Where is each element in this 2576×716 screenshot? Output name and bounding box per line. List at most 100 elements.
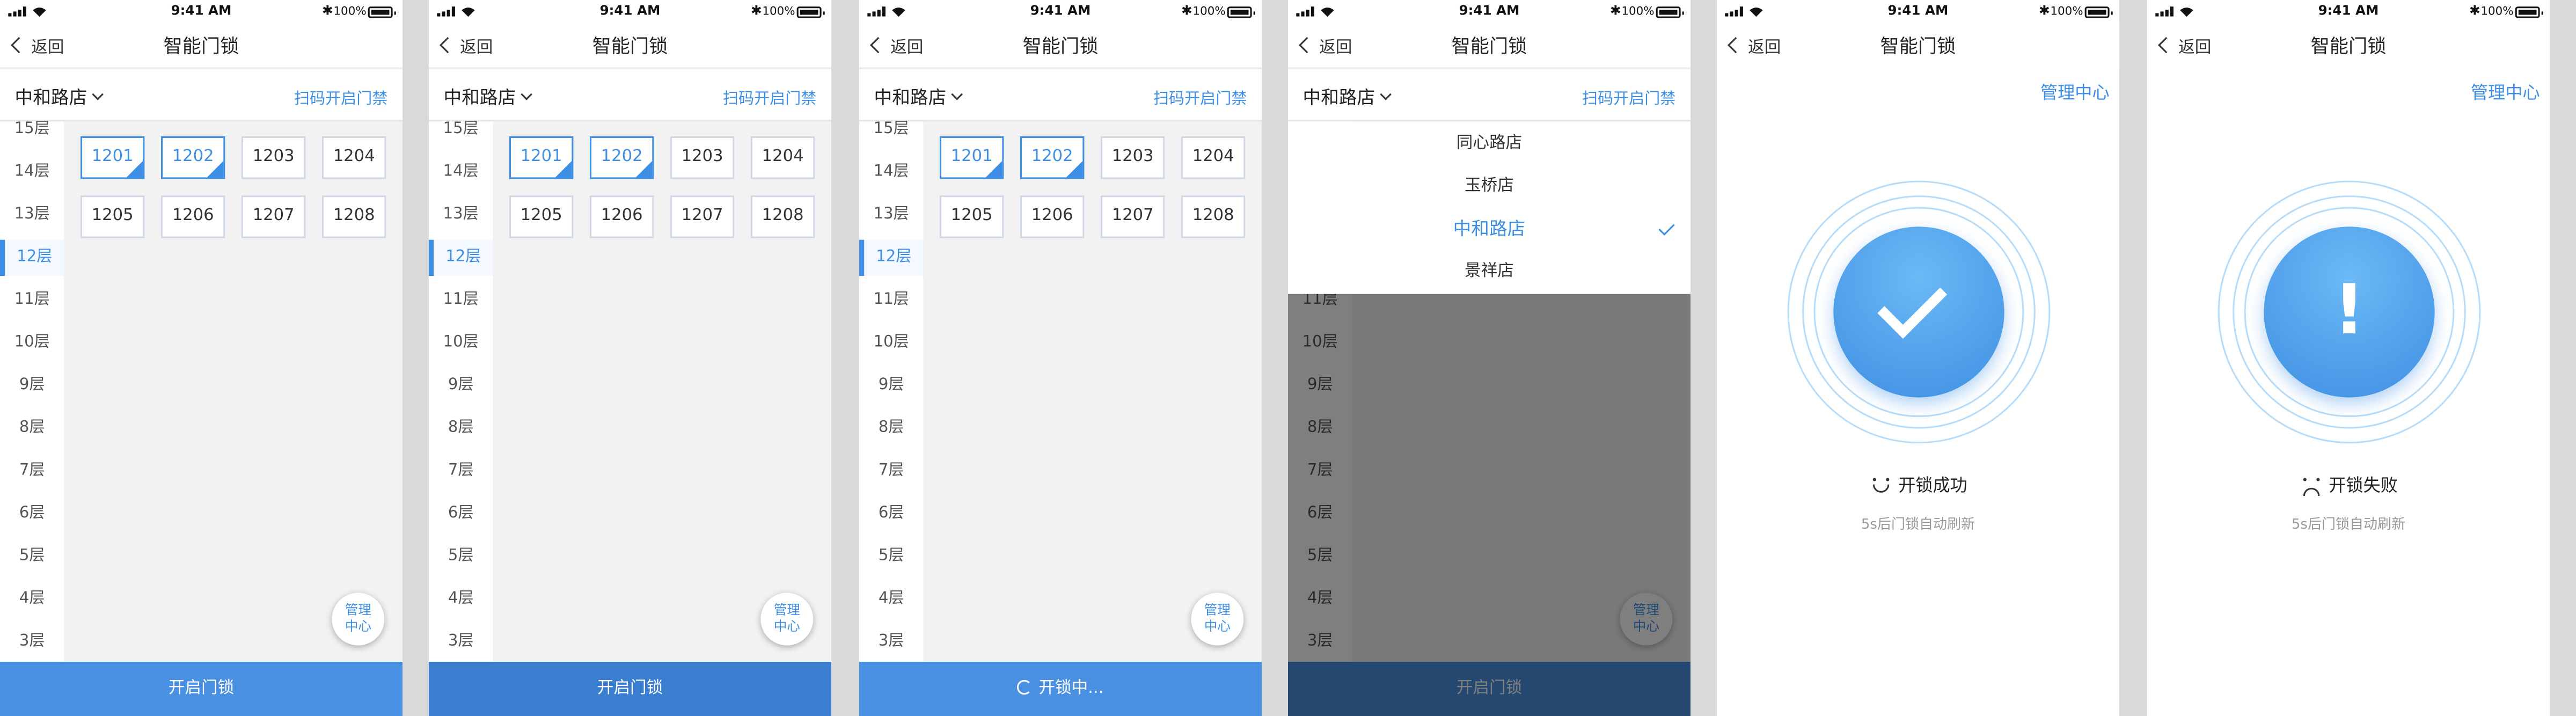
floor-item[interactable]: 9层 (859, 368, 923, 404)
room-tile[interactable]: 1207 (1101, 195, 1165, 238)
manage-center-fab[interactable]: 管理中心 (332, 593, 385, 646)
fab-line1: 管理 (1204, 602, 1231, 618)
floor-item[interactable]: 8层 (429, 411, 493, 447)
room-tile[interactable]: 1207 (670, 195, 735, 238)
floor-item[interactable]: 13层 (0, 197, 64, 233)
floor-item[interactable]: 11层 (859, 282, 923, 318)
room-tile[interactable]: 1208 (750, 195, 815, 238)
room-tile[interactable]: 1206 (160, 195, 225, 238)
store-selector[interactable]: 中和路店 (874, 84, 963, 110)
open-lock-button[interactable]: 开启门锁 (428, 662, 831, 716)
store-selector[interactable]: 中和路店 (444, 84, 532, 110)
room-tile[interactable]: 1203 (670, 136, 735, 179)
floor-item[interactable]: 7层 (429, 453, 493, 489)
floor-item[interactable]: 11层 (0, 282, 64, 318)
manage-center-link[interactable]: 管理中心 (2040, 81, 2110, 105)
fab-line2: 中心 (773, 619, 800, 634)
room-tile-selected[interactable]: 1201 (940, 136, 1004, 179)
bluetooth-icon: ✱ (2469, 3, 2480, 18)
floor-item[interactable]: 5层 (859, 539, 923, 575)
floor-item[interactable]: 10层 (0, 325, 64, 361)
floor-item[interactable]: 3层 (859, 624, 923, 660)
floor-item[interactable]: 13层 (429, 197, 493, 233)
floor-item[interactable]: 14层 (429, 155, 493, 191)
room-tile[interactable]: 1204 (321, 136, 386, 179)
floor-item[interactable]: 15层 (429, 112, 493, 148)
room-tile[interactable]: 1205 (80, 195, 145, 238)
room-tile-selected[interactable]: 1202 (160, 136, 225, 179)
floor-item[interactable]: 4层 (429, 581, 493, 617)
floor-item[interactable]: 5层 (0, 539, 64, 575)
floor-item[interactable]: 8层 (859, 411, 923, 447)
room-tile[interactable]: 1206 (1020, 195, 1085, 238)
screen-room-select: 9:41 AM ✱ 100% 返回 智能门锁 中和路店 扫码开启门禁 15层 1… (0, 0, 402, 716)
room-tile[interactable]: 1204 (750, 136, 815, 179)
fab-line2: 中心 (345, 619, 371, 634)
room-tile[interactable]: 1208 (1181, 195, 1246, 238)
floor-item[interactable]: 8层 (0, 411, 64, 447)
scan-door-link[interactable]: 扫码开启门禁 (1153, 85, 1247, 108)
room-tile[interactable]: 1205 (940, 195, 1004, 238)
floor-item[interactable]: 14层 (859, 155, 923, 191)
dim-overlay[interactable] (1287, 294, 1690, 716)
manage-center-fab[interactable]: 管理中心 (760, 593, 814, 646)
store-selector[interactable]: 中和路店 (1303, 84, 1392, 110)
floor-item[interactable]: 4层 (859, 581, 923, 617)
store-option[interactable]: 同心路店 (1288, 123, 1690, 166)
nav-bar: 返回 智能门锁 (1287, 23, 1690, 69)
room-tile[interactable]: 1203 (241, 136, 306, 179)
store-option[interactable]: 景祥店 (1288, 251, 1690, 294)
floor-item[interactable]: 9层 (429, 368, 493, 404)
nav-bar: 返回 智能门锁 (2147, 23, 2550, 69)
floor-item[interactable]: 10层 (859, 325, 923, 361)
chevron-down-icon (521, 89, 532, 100)
bluetooth-icon: ✱ (2038, 3, 2050, 18)
store-option-selected[interactable]: 中和路店 (1288, 209, 1690, 252)
scan-door-link[interactable]: 扫码开启门禁 (1582, 85, 1676, 108)
unlocking-button[interactable]: 开锁中... (859, 662, 1262, 716)
floor-item[interactable]: 14层 (0, 155, 64, 191)
scan-door-link[interactable]: 扫码开启门禁 (723, 85, 817, 108)
floor-item[interactable]: 7层 (859, 453, 923, 489)
room-tile-selected[interactable]: 1202 (1020, 136, 1085, 179)
floor-item[interactable]: 15层 (0, 112, 64, 148)
floor-item[interactable]: 9层 (0, 368, 64, 404)
battery-icon (2084, 6, 2113, 18)
floor-item-active[interactable]: 12层 (428, 239, 493, 276)
floor-item[interactable]: 11层 (429, 282, 493, 318)
room-tile[interactable]: 1204 (1181, 136, 1246, 179)
room-tile[interactable]: 1208 (321, 195, 386, 238)
fab-line2: 中心 (1204, 619, 1231, 634)
floor-item[interactable]: 7层 (0, 453, 64, 489)
floor-item-active[interactable]: 12层 (0, 239, 64, 276)
room-tile[interactable]: 1205 (509, 195, 574, 238)
manage-center-link[interactable]: 管理中心 (2471, 81, 2540, 105)
floor-item[interactable]: 4层 (0, 581, 64, 617)
manage-center-fab[interactable]: 管理中心 (1191, 593, 1244, 646)
floor-item[interactable]: 5层 (429, 539, 493, 575)
check-icon (1658, 219, 1675, 236)
room-tile-selected[interactable]: 1202 (589, 136, 654, 179)
scan-door-link[interactable]: 扫码开启门禁 (294, 85, 388, 108)
floor-item[interactable]: 6层 (429, 496, 493, 532)
room-tile-selected[interactable]: 1201 (509, 136, 574, 179)
floor-item[interactable]: 6层 (0, 496, 64, 532)
page-title: 智能门锁 (1022, 34, 1099, 58)
floor-item-active[interactable]: 12层 (859, 239, 924, 276)
floor-item[interactable]: 10层 (429, 325, 493, 361)
open-lock-button[interactable]: 开启门锁 (0, 662, 402, 716)
floor-item[interactable]: 15层 (859, 112, 923, 148)
room-tile-selected[interactable]: 1201 (80, 136, 145, 179)
store-option[interactable]: 玉桥店 (1288, 166, 1690, 209)
store-selector[interactable]: 中和路店 (15, 84, 104, 110)
room-grid: 1201 1202 1203 1204 1205 1206 1207 1208 (64, 121, 402, 664)
floor-item[interactable]: 13层 (859, 197, 923, 233)
screen-unlock-fail: 9:41 AM ✱ 100% 返回 智能门锁 管理中心 ! 开锁失败 5s后门锁… (2147, 0, 2550, 716)
battery-percent: 100% (762, 5, 795, 18)
floor-item[interactable]: 3层 (0, 624, 64, 660)
room-tile[interactable]: 1207 (241, 195, 306, 238)
room-tile[interactable]: 1203 (1101, 136, 1165, 179)
floor-item[interactable]: 3层 (429, 624, 493, 660)
room-tile[interactable]: 1206 (589, 195, 654, 238)
floor-item[interactable]: 6层 (859, 496, 923, 532)
